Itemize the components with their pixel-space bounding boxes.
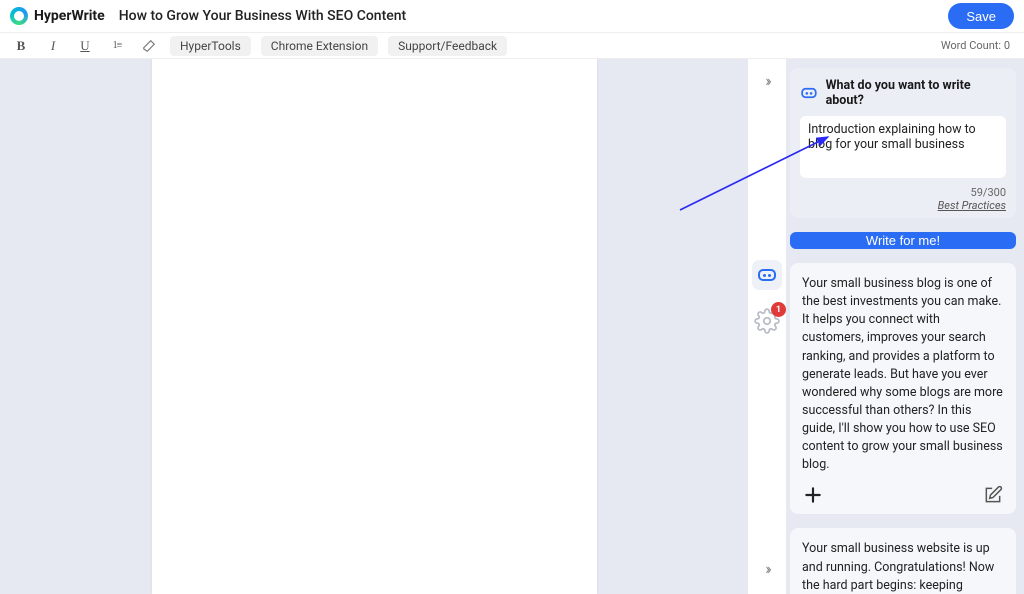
write-for-me-button[interactable]: Write for me! <box>790 232 1016 249</box>
suggestion-card: Your small business blog is one of the b… <box>790 263 1016 514</box>
collapse-panel-icon[interactable]: ›› <box>765 71 769 90</box>
prompt-input[interactable] <box>800 116 1006 178</box>
suggestion-text: Your small business website is up and ru… <box>802 540 1004 594</box>
edit-icon <box>983 485 1003 505</box>
prompt-question: What do you want to write about? <box>826 78 1006 108</box>
char-counter: 59/300 <box>971 186 1006 199</box>
brand-logo[interactable]: HyperWrite <box>10 7 105 25</box>
notification-badge: 1 <box>771 302 786 317</box>
save-button[interactable]: Save <box>948 3 1014 29</box>
suggestion-card: Your small business website is up and ru… <box>790 528 1016 594</box>
support-feedback-button[interactable]: Support/Feedback <box>388 36 507 56</box>
expand-panel-icon[interactable]: ›› <box>765 559 769 578</box>
document-canvas[interactable] <box>152 59 597 594</box>
format-toolbar: B I U 1≡ HyperTools Chrome Extension Sup… <box>0 33 1024 59</box>
assistant-toggle-button[interactable] <box>752 260 782 290</box>
side-strip: ›› 1 ›› <box>748 59 786 594</box>
suggestion-text: Your small business blog is one of the b… <box>802 275 1004 474</box>
logo-icon <box>10 7 28 25</box>
document-title[interactable]: How to Grow Your Business With SEO Conte… <box>119 8 406 24</box>
workspace: ›› 1 ›› What do you want to write about? <box>0 59 1024 594</box>
robot-icon <box>801 88 816 98</box>
chrome-extension-button[interactable]: Chrome Extension <box>261 36 378 56</box>
bold-button[interactable]: B <box>10 36 32 56</box>
robot-icon <box>758 269 776 281</box>
best-practices-link[interactable]: Best Practices <box>938 199 1006 212</box>
editor-pane <box>0 59 748 594</box>
plus-icon <box>803 485 823 505</box>
settings-button[interactable]: 1 <box>754 308 780 334</box>
assistant-panel: What do you want to write about? 59/300 … <box>786 59 1024 594</box>
hypertools-button[interactable]: HyperTools <box>170 36 251 56</box>
eraser-button[interactable] <box>138 36 160 56</box>
italic-button[interactable]: I <box>42 36 64 56</box>
word-count: Word Count: 0 <box>941 39 1010 52</box>
insert-suggestion-button[interactable] <box>802 484 824 506</box>
app-header: HyperWrite How to Grow Your Business Wit… <box>0 0 1024 33</box>
brand-name: HyperWrite <box>34 8 105 24</box>
prompt-card: What do you want to write about? 59/300 … <box>790 68 1016 218</box>
prompt-heading: What do you want to write about? <box>800 78 1006 108</box>
underline-button[interactable]: U <box>74 36 96 56</box>
numbered-list-button[interactable]: 1≡ <box>106 36 128 56</box>
edit-suggestion-button[interactable] <box>982 484 1004 506</box>
